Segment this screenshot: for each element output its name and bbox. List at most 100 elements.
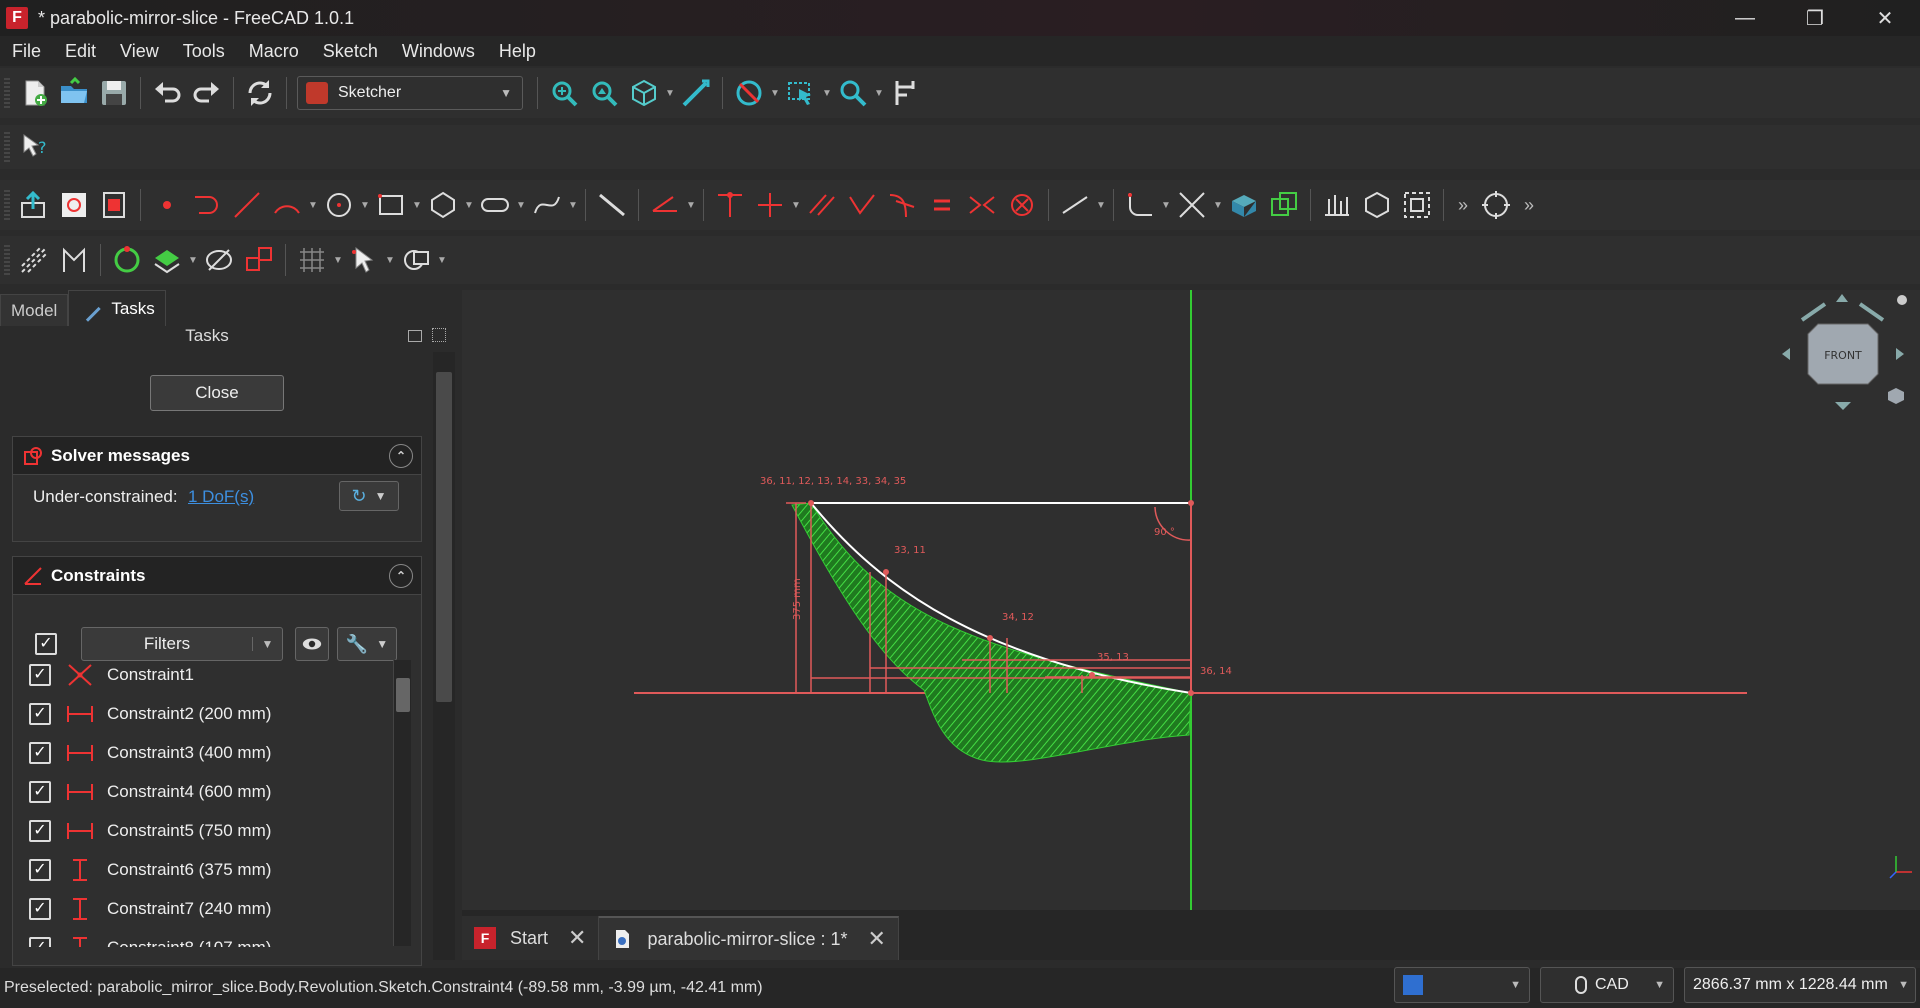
- progress-dropdown[interactable]: ▼: [1394, 967, 1530, 1003]
- list-item[interactable]: ✓ Constraint6 (375 mm): [29, 850, 389, 889]
- chevron-down-icon[interactable]: ▼: [187, 240, 199, 280]
- line-icon[interactable]: [227, 185, 267, 225]
- tab-model[interactable]: Model: [0, 294, 69, 326]
- chevron-down-icon[interactable]: ▼: [515, 185, 527, 225]
- scrollbar-thumb[interactable]: [396, 678, 410, 712]
- list-item[interactable]: ✓ Constraint2 (200 mm): [29, 694, 389, 733]
- constrain-tangent-icon[interactable]: [882, 185, 922, 225]
- panel-scrollbar[interactable]: [433, 352, 455, 960]
- home-cube-icon[interactable]: [1888, 388, 1904, 404]
- dimensions-dropdown[interactable]: 2866.37 mm x 1228.44 mm ▼: [1684, 967, 1916, 1003]
- list-item[interactable]: ✓ Constraint3 (400 mm): [29, 733, 389, 772]
- chevron-down-icon[interactable]: ▼: [436, 240, 448, 280]
- tab-start[interactable]: F Start ✕: [462, 916, 600, 960]
- constraint-checkbox[interactable]: ✓: [29, 780, 51, 803]
- dimension-icon[interactable]: [645, 185, 685, 225]
- navigation-cube[interactable]: FRONT: [1780, 290, 1910, 430]
- fit-selection-icon[interactable]: [584, 73, 624, 113]
- menu-file[interactable]: File: [8, 39, 45, 64]
- select-conflicting-icon[interactable]: [14, 240, 54, 280]
- collapse-icon[interactable]: ⌃: [389, 443, 413, 468]
- selection-view-icon[interactable]: [781, 73, 821, 113]
- fillet-icon[interactable]: [1120, 185, 1160, 225]
- arrow-left-icon[interactable]: [1782, 348, 1790, 360]
- menu-tools[interactable]: Tools: [179, 39, 229, 64]
- view-section-icon[interactable]: [94, 185, 134, 225]
- menu-macro[interactable]: Macro: [245, 39, 303, 64]
- constraint-checkbox[interactable]: ✓: [29, 702, 51, 725]
- toolbar-grip[interactable]: [4, 78, 10, 108]
- constraint-checkbox[interactable]: ✓: [29, 897, 51, 920]
- constraint-list-scrollbar[interactable]: [393, 660, 411, 946]
- autoconstraints-icon[interactable]: [107, 240, 147, 280]
- save-icon[interactable]: [94, 73, 134, 113]
- bspline-icon[interactable]: [527, 185, 567, 225]
- collapse-icon[interactable]: ⌃: [389, 563, 413, 588]
- list-item[interactable]: ✓ Constraint5 (750 mm): [29, 811, 389, 850]
- close-tab-icon[interactable]: ✕: [868, 926, 886, 952]
- navigation-style-dropdown[interactable]: CAD ▼: [1540, 967, 1674, 1003]
- auto-update-button[interactable]: ↻ ▼: [339, 481, 399, 511]
- list-item[interactable]: ✓ Constraint1: [29, 655, 389, 694]
- measure-icon[interactable]: [676, 73, 716, 113]
- snap-icon[interactable]: [1476, 185, 1516, 225]
- minimize-icon[interactable]: —: [1710, 0, 1780, 36]
- constraint-visibility-icon[interactable]: [239, 240, 279, 280]
- constraint-checkbox[interactable]: ✓: [29, 936, 51, 947]
- chevron-down-icon[interactable]: ▼: [307, 185, 319, 225]
- rendering-order-icon[interactable]: [147, 240, 187, 280]
- toggle-driving-icon[interactable]: [1055, 185, 1095, 225]
- constrain-parallel-icon[interactable]: [802, 185, 842, 225]
- select-all-checkbox[interactable]: ✓: [35, 633, 57, 655]
- panel-float-icon[interactable]: [408, 330, 422, 342]
- list-item[interactable]: ✓ Constraint8 (107 mm): [29, 928, 389, 947]
- menu-edit[interactable]: Edit: [61, 39, 100, 64]
- 3d-view[interactable]: 36, 11, 12, 13, 14, 33, 34, 35 33, 11 34…: [462, 290, 1920, 910]
- list-item[interactable]: ✓ Constraint7 (240 mm): [29, 889, 389, 928]
- chevron-down-icon[interactable]: ▼: [664, 73, 676, 113]
- close-window-icon[interactable]: ✕: [1850, 0, 1920, 36]
- chevron-down-icon[interactable]: ▼: [332, 240, 344, 280]
- chevron-down-icon[interactable]: ▼: [821, 73, 833, 113]
- constraint-checkbox[interactable]: ✓: [29, 741, 51, 764]
- isometric-view-icon[interactable]: [624, 73, 664, 113]
- point-icon[interactable]: [147, 185, 187, 225]
- workbench-selector[interactable]: Sketcher ▼: [297, 76, 523, 110]
- constrain-equal-icon[interactable]: [922, 185, 962, 225]
- constrain-block-icon[interactable]: [1002, 185, 1042, 225]
- draw-style-icon[interactable]: [729, 73, 769, 113]
- toolbar-grip[interactable]: [4, 132, 10, 162]
- toolbar-grip[interactable]: [4, 245, 10, 275]
- chevron-down-icon[interactable]: ▼: [463, 185, 475, 225]
- toolbar-grip[interactable]: [4, 190, 10, 220]
- polygon-icon[interactable]: [423, 185, 463, 225]
- menu-windows[interactable]: Windows: [398, 39, 479, 64]
- arrow-right-icon[interactable]: [1896, 348, 1904, 360]
- tab-tasks[interactable]: Tasks: [68, 290, 166, 326]
- menu-view[interactable]: View: [116, 39, 163, 64]
- arrow-up-icon[interactable]: [1836, 294, 1848, 302]
- rotate-right-icon[interactable]: [1858, 302, 1885, 322]
- menu-dot-icon[interactable]: [1897, 295, 1907, 305]
- arrow-down-icon[interactable]: [1835, 402, 1851, 410]
- more-tools-icon[interactable]: »: [1450, 185, 1476, 225]
- chevron-down-icon[interactable]: ▼: [567, 185, 579, 225]
- chevron-down-icon[interactable]: ▼: [873, 73, 885, 113]
- chevron-down-icon[interactable]: ▼: [1095, 185, 1107, 225]
- chevron-down-icon[interactable]: ▼: [384, 240, 396, 280]
- scrollbar-thumb[interactable]: [436, 372, 452, 702]
- more-tools-icon[interactable]: »: [1516, 185, 1542, 225]
- external-geometry-icon[interactable]: [1224, 185, 1264, 225]
- close-tab-icon[interactable]: ✕: [568, 925, 586, 951]
- grid-icon[interactable]: [292, 240, 332, 280]
- validate-sketch-icon[interactable]: [1357, 185, 1397, 225]
- offset-icon[interactable]: [396, 240, 436, 280]
- zoom-icon[interactable]: [833, 73, 873, 113]
- rotate-left-icon[interactable]: [1800, 302, 1827, 322]
- chevron-down-icon[interactable]: ▼: [359, 185, 371, 225]
- panel-dock-icon[interactable]: [432, 328, 446, 342]
- chevron-down-icon[interactable]: ▼: [790, 185, 802, 225]
- chevron-down-icon[interactable]: ▼: [1160, 185, 1172, 225]
- undo-icon[interactable]: [147, 73, 187, 113]
- fit-all-icon[interactable]: [544, 73, 584, 113]
